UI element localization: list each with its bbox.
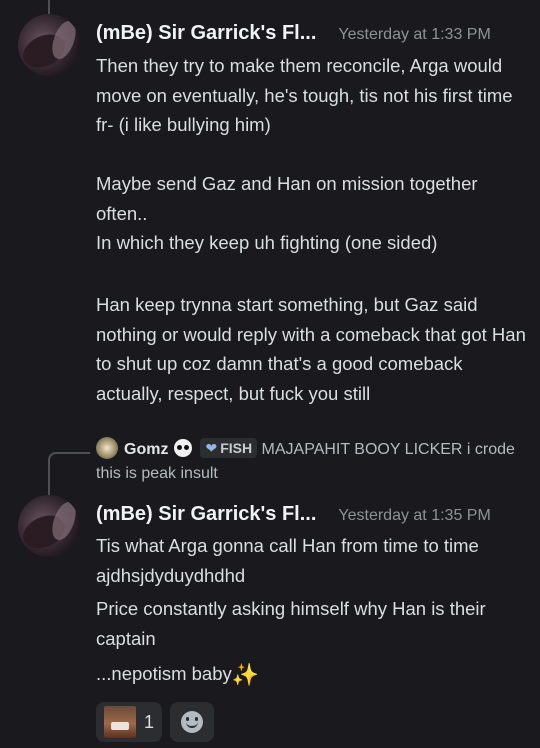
sparkles-icon: ✨ xyxy=(231,662,260,687)
username[interactable]: (mBe) Sir Garrick's Fl... xyxy=(96,22,316,45)
message-paragraph: Han keep trynna start something, but Gaz… xyxy=(96,294,526,404)
message-paragraph: Maybe send Gaz and Han on mission togeth… xyxy=(96,173,478,253)
timestamp[interactable]: Yesterday at 1:33 PM xyxy=(338,26,490,44)
user-avatar[interactable] xyxy=(18,495,80,557)
user-avatar[interactable] xyxy=(18,14,80,76)
thread-line xyxy=(48,0,50,14)
guild-tag-label: FISH xyxy=(220,440,253,456)
reaction-count: 1 xyxy=(144,711,155,732)
reply-username[interactable]: Gomz xyxy=(124,441,168,458)
reaction-chip[interactable]: 1 xyxy=(96,702,163,742)
username[interactable]: (mBe) Sir Garrick's Fl... xyxy=(96,503,316,526)
message-text: ...nepotism baby xyxy=(96,663,232,684)
message-header: (mBe) Sir Garrick's Fl... Yesterday at 1… xyxy=(96,22,491,45)
custom-face-emoji-icon xyxy=(104,706,136,738)
message-paragraph: Price constantly asking himself why Han … xyxy=(96,598,486,649)
panda-icon xyxy=(174,439,193,457)
reactions-bar: 1 xyxy=(96,702,215,742)
reply-preview[interactable]: Gomz ❤ FISH MAJAPAHIT BOOY LICKER i crode … xyxy=(96,437,526,486)
smiley-add-reaction-icon xyxy=(181,711,204,733)
message-paragraph-last: ...nepotism baby✨ xyxy=(96,659,526,690)
message-paragraph: Tis what Arga gonna call Han from time t… xyxy=(96,535,479,586)
timestamp[interactable]: Yesterday at 1:35 PM xyxy=(338,507,490,525)
message-paragraph: Then they try to make them reconcile, Ar… xyxy=(96,55,513,135)
reply-avatar xyxy=(96,437,118,459)
message-header: (mBe) Sir Garrick's Fl... Yesterday at 1… xyxy=(96,503,491,526)
guild-tag[interactable]: ❤ FISH xyxy=(200,438,258,458)
add-reaction-button[interactable] xyxy=(170,702,215,742)
heart-icon: ❤ xyxy=(205,440,218,456)
